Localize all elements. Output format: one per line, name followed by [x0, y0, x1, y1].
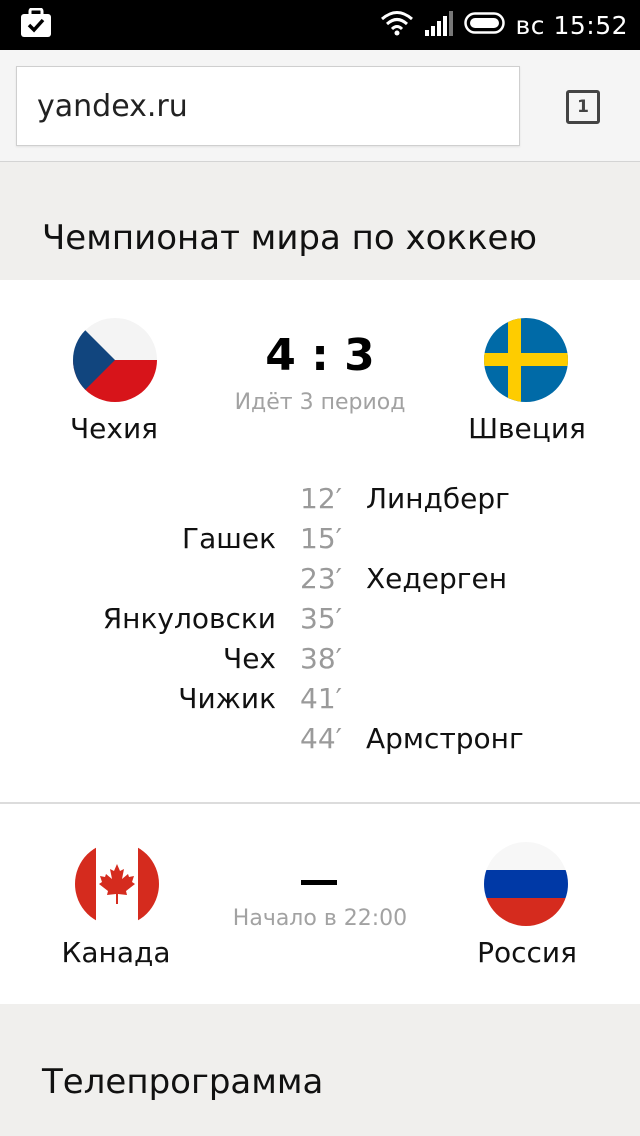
goal-scorer-away: Линдберг [366, 482, 510, 515]
goal-minute: 44′ [300, 722, 342, 755]
team-home: Канада [61, 936, 171, 969]
goal-scorer-away: Хедерген [366, 562, 508, 595]
url-text[interactable]: yandex.ru [37, 67, 188, 147]
goal-minute: 15′ [300, 522, 342, 555]
status-day: вс [515, 10, 545, 40]
match-status: Идёт 3 период [234, 390, 406, 415]
section-header-hockey: Чемпионат мира по хоккею [0, 162, 640, 280]
sweden-flag-icon [484, 318, 568, 402]
match-score: 4 : 3 [265, 330, 375, 381]
section-header-tv: Телепрограмма [0, 1004, 640, 1136]
match-status: Начало в 22:00 [232, 906, 408, 931]
signal-icon [424, 10, 454, 40]
canada-flag-icon [75, 842, 159, 926]
goal-minute: 35′ [300, 602, 342, 635]
battery-icon [463, 12, 506, 38]
status-bar: вс 15:52 [0, 0, 640, 50]
russia-flag-icon [484, 842, 568, 926]
section-title[interactable]: Чемпионат мира по хоккею [42, 218, 537, 258]
goal-scorer-away: Армстронг [366, 722, 524, 755]
goal-scorer-home: Янкуловски [102, 602, 276, 635]
goal-scorer-home: Чижик [178, 682, 276, 715]
score-placeholder-dash [301, 880, 337, 885]
goal-minute: 38′ [300, 642, 342, 675]
tabs-button[interactable]: 1 [566, 90, 600, 124]
czech-flag-icon [73, 318, 157, 402]
status-time: вс 15:52 [516, 11, 628, 40]
team-home: Чехия [69, 412, 159, 445]
goal-scorer-home: Гашек [182, 522, 276, 555]
team-away: Швеция [468, 412, 586, 445]
match-card-canada-russia[interactable]: Канада Начало в 22:00 Россия [0, 804, 640, 1004]
clipboard-check-icon [20, 7, 52, 38]
match-card-czech-sweden[interactable]: Чехия 4 : 3 Идёт 3 период Швеция 12′ Лин… [0, 280, 640, 802]
browser-toolbar: yandex.ru 1 [0, 50, 640, 162]
wifi-icon [380, 10, 414, 40]
goal-scorer-home: Чех [223, 642, 276, 675]
team-away: Россия [477, 936, 577, 969]
address-bar[interactable]: yandex.ru [16, 66, 520, 146]
goal-minute: 12′ [300, 482, 342, 515]
goal-minute: 23′ [300, 562, 342, 595]
status-clock: 15:52 [553, 10, 628, 40]
goal-minute: 41′ [300, 682, 342, 715]
section-title[interactable]: Телепрограмма [42, 1062, 323, 1102]
